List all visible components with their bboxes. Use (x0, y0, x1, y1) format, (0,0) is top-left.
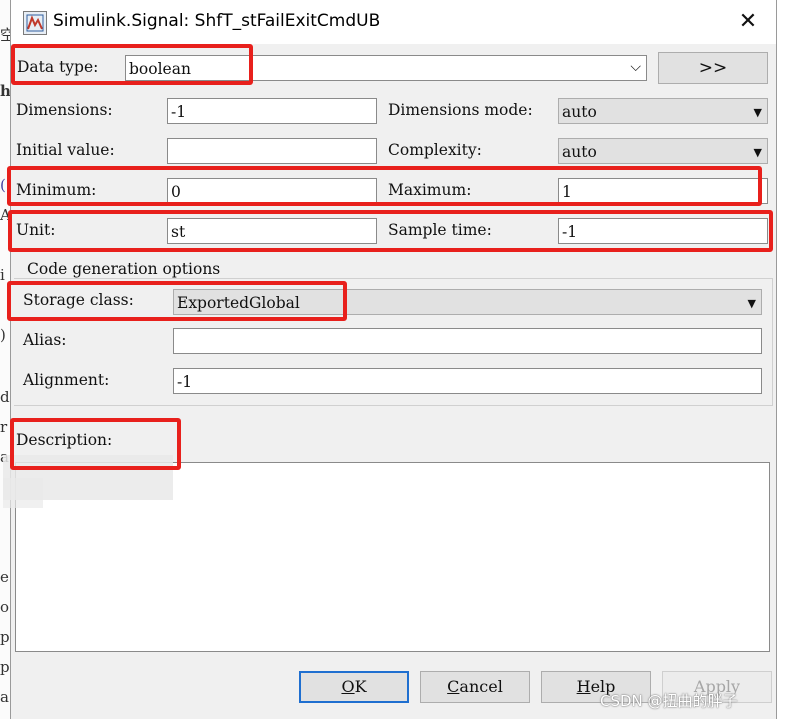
background-text: e (0, 568, 9, 586)
cancel-rest: ancel (459, 677, 503, 696)
maximum-input[interactable]: 1 (558, 178, 768, 204)
alignment-input[interactable]: -1 (173, 368, 762, 394)
simulink-icon (23, 11, 47, 35)
minimum-label: Minimum: (16, 181, 97, 199)
data-type-combo[interactable]: boolean ⌵ (125, 55, 647, 81)
ok-mnemonic: O (341, 677, 355, 696)
background-text: i (0, 266, 5, 284)
unit-input[interactable]: st (167, 218, 377, 244)
background-text: r (0, 418, 8, 436)
watermark: CSDN @扭曲的胖子 (600, 692, 738, 710)
storage-class-value: ExportedGlobal (177, 294, 300, 312)
dropdown-arrow-icon: ▼ (753, 146, 762, 159)
initial-value-label: Initial value: (16, 141, 115, 159)
alias-label: Alias: (23, 331, 67, 349)
complexity-label: Complexity: (388, 141, 482, 159)
dropdown-arrow-icon: ▼ (753, 106, 762, 119)
ok-rest: K (354, 677, 367, 696)
dimensions-label: Dimensions: (16, 101, 113, 119)
dimensions-input[interactable]: -1 (167, 98, 377, 124)
dialog-title: Simulink.Signal: ShfT_stFailExitCmdUB (53, 11, 381, 31)
complexity-value: auto (562, 143, 597, 161)
help-mnemonic: H (576, 677, 591, 696)
sample-time-input[interactable]: -1 (558, 218, 768, 244)
expand-button[interactable]: >> (658, 52, 768, 84)
data-type-label: Data type: (17, 58, 99, 76)
background-text: ) (0, 326, 6, 344)
dropdown-arrow-icon: ▼ (747, 297, 756, 310)
background-text: p (0, 628, 10, 646)
unit-label: Unit: (16, 221, 56, 239)
complexity-select[interactable]: auto ▼ (558, 138, 768, 164)
ok-button[interactable]: OK (299, 671, 409, 703)
close-icon: ✕ (738, 9, 758, 34)
redacted-region (3, 478, 43, 508)
signal-dialog: Simulink.Signal: ShfT_stFailExitCmdUB ✕ … (3, 0, 777, 719)
alignment-label: Alignment: (23, 371, 110, 389)
cancel-mnemonic: C (447, 677, 460, 696)
dimensions-mode-value: auto (562, 103, 597, 121)
sample-time-label: Sample time: (388, 221, 492, 239)
minimum-input[interactable]: 0 (167, 178, 377, 204)
background-text: d (0, 388, 10, 406)
code-generation-title: Code generation options (25, 260, 223, 278)
dimensions-mode-label: Dimensions mode: (388, 101, 533, 119)
background-text: ( (0, 176, 6, 194)
chevron-down-icon: ⌵ (630, 59, 641, 75)
close-button[interactable]: ✕ (733, 8, 763, 36)
dimensions-mode-select[interactable]: auto ▼ (558, 98, 768, 124)
data-type-value: boolean (129, 60, 191, 78)
maximum-label: Maximum: (388, 181, 472, 199)
title-bar[interactable]: Simulink.Signal: ShfT_stFailExitCmdUB ✕ (11, 0, 776, 44)
background-text: o (0, 598, 10, 616)
cancel-button[interactable]: Cancel (420, 671, 530, 703)
initial-value-input[interactable] (167, 138, 377, 164)
storage-class-select[interactable]: ExportedGlobal ▼ (173, 289, 762, 315)
background-text: a (0, 688, 9, 706)
alias-input[interactable] (173, 328, 762, 354)
description-label: Description: (16, 431, 113, 449)
background-text: p (0, 658, 10, 676)
storage-class-label: Storage class: (23, 291, 134, 309)
